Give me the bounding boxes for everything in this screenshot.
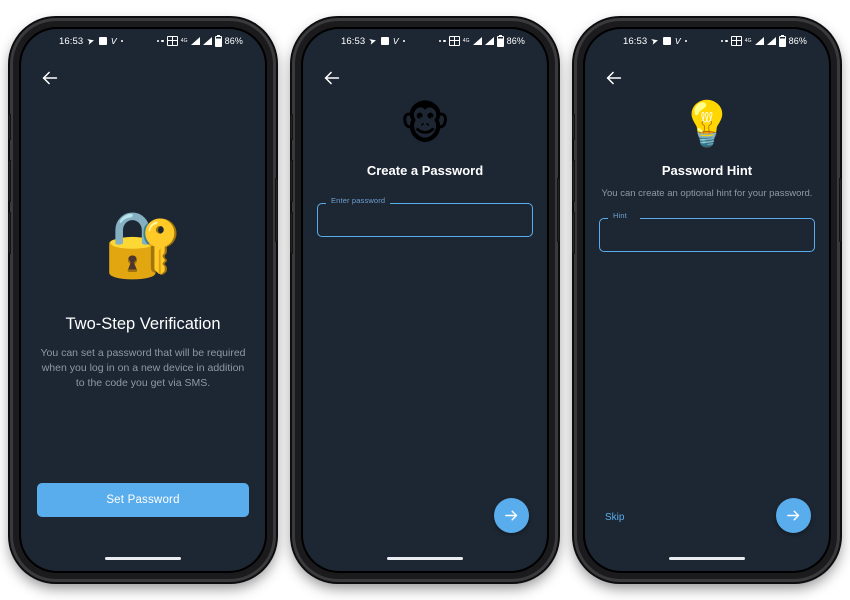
power-button-3[interactable] <box>839 178 842 242</box>
battery-percent: 86% <box>506 36 525 46</box>
send-icon: ➤ <box>649 34 660 47</box>
silent-switch-3[interactable] <box>572 114 575 140</box>
grid-icon <box>730 36 742 46</box>
two-dots-icon <box>156 39 164 43</box>
dot-icon <box>402 39 406 43</box>
signal-bars-2-icon <box>766 37 776 45</box>
grid-icon <box>166 36 178 46</box>
back-button[interactable] <box>39 67 61 89</box>
hint-input[interactable] <box>599 218 815 252</box>
status-time: 16:53 <box>623 35 648 47</box>
volume-down-button-1[interactable] <box>8 212 11 254</box>
page-title: Two-Step Verification <box>65 315 221 333</box>
locked-with-key-emoji: 🔐 <box>103 208 183 282</box>
screen-content-2: 🐵 Create a Password Enter password <box>303 53 547 571</box>
status-bar-left-1: 16:53 ➤ 𝘝 <box>59 34 124 47</box>
volume-up-button-1[interactable] <box>8 160 11 202</box>
signal-bars-2-icon <box>484 37 494 45</box>
password-input[interactable] <box>317 203 533 237</box>
send-icon: ➤ <box>367 34 378 47</box>
signal-bars-2-icon <box>202 37 212 45</box>
signal-bars-icon <box>472 37 482 45</box>
hero-block-3: 💡 Password Hint You can create an option… <box>585 103 829 200</box>
white-square-icon <box>380 37 389 45</box>
silent-switch-2[interactable] <box>290 114 293 140</box>
home-indicator[interactable] <box>105 557 181 560</box>
white-square-icon <box>98 37 107 45</box>
power-button-2[interactable] <box>557 178 560 242</box>
battery-icon <box>778 34 786 47</box>
status-bar-3: 16:53 ➤ 𝘝 4G 86% <box>585 29 829 53</box>
next-fab-button[interactable] <box>494 498 529 533</box>
v-icon: 𝘝 <box>674 35 681 46</box>
page-subtitle: You can set a password that will be requ… <box>40 347 246 389</box>
phone-screen-2: 16:53 ➤ 𝘝 4G 86% 🐵 Create a Password Ent… <box>303 29 547 571</box>
page-title: Create a Password <box>366 163 484 178</box>
v-icon: 𝘝 <box>392 35 399 46</box>
battery-icon <box>214 34 222 47</box>
grid-icon <box>448 36 460 46</box>
status-bar-2: 16:53 ➤ 𝘝 4G 86% <box>303 29 547 53</box>
dot-icon <box>120 39 124 43</box>
send-icon: ➤ <box>85 34 96 47</box>
screenshot-stage: 16:53 ➤ 𝘝 4G 86% 🔐 Two-Step Verification… <box>0 0 850 600</box>
light-bulb-emoji: 💡 <box>679 99 735 150</box>
phone-mockup-2: 16:53 ➤ 𝘝 4G 86% 🐵 Create a Password Ent… <box>290 18 560 582</box>
phone-bezel-2: 16:53 ➤ 𝘝 4G 86% 🐵 Create a Password Ent… <box>301 27 549 573</box>
two-dots-icon <box>438 39 446 43</box>
monkey-face-emoji: 🐵 <box>399 99 451 150</box>
battery-icon <box>496 34 504 47</box>
status-bar-left-3: 16:53 ➤ 𝘝 <box>623 34 688 47</box>
power-button-1[interactable] <box>275 178 278 242</box>
home-indicator[interactable] <box>669 557 745 560</box>
signal-bars-icon <box>190 37 200 45</box>
page-title: Password Hint <box>661 163 753 178</box>
next-fab-button[interactable] <box>776 498 811 533</box>
battery-percent: 86% <box>224 36 243 46</box>
status-bar-1: 16:53 ➤ 𝘝 4G 86% <box>21 29 265 53</box>
volume-up-button-2[interactable] <box>290 160 293 202</box>
volume-down-button-3[interactable] <box>572 212 575 254</box>
home-indicator[interactable] <box>387 557 463 560</box>
set-password-button[interactable]: Set Password <box>37 483 249 517</box>
volume-up-button-3[interactable] <box>572 160 575 202</box>
signal-bars-icon <box>754 37 764 45</box>
phone-bezel-3: 16:53 ➤ 𝘝 4G 86% 💡 Password Hint You can… <box>583 27 831 573</box>
phone-screen-3: 16:53 ➤ 𝘝 4G 86% 💡 Password Hint You can… <box>585 29 829 571</box>
v-icon: 𝘝 <box>110 35 117 46</box>
status-bar-right-2: 4G 86% <box>438 34 525 47</box>
phone-mockup-1: 16:53 ➤ 𝘝 4G 86% 🔐 Two-Step Verification… <box>8 18 278 582</box>
hint-field[interactable]: Hint <box>599 212 815 252</box>
back-button[interactable] <box>603 67 625 89</box>
silent-switch-1[interactable] <box>8 114 11 140</box>
phone-mockup-3: 16:53 ➤ 𝘝 4G 86% 💡 Password Hint You can… <box>572 18 842 582</box>
hero-block-1: 🔐 Two-Step Verification You can set a pa… <box>21 213 265 391</box>
screen-content-1: 🔐 Two-Step Verification You can set a pa… <box>21 53 265 571</box>
white-square-icon <box>662 37 671 45</box>
password-field[interactable]: Enter password <box>317 197 533 237</box>
status-time: 16:53 <box>59 35 84 47</box>
network-4g-icon: 4G <box>744 38 752 44</box>
status-time: 16:53 <box>341 35 366 47</box>
network-4g-icon: 4G <box>180 38 188 44</box>
phone-bezel-1: 16:53 ➤ 𝘝 4G 86% 🔐 Two-Step Verification… <box>19 27 267 573</box>
status-bar-left-2: 16:53 ➤ 𝘝 <box>341 34 406 47</box>
status-bar-right-3: 4G 86% <box>720 34 807 47</box>
battery-percent: 86% <box>788 36 807 46</box>
two-dots-icon <box>720 39 728 43</box>
page-subtitle: You can create an optional hint for your… <box>601 188 813 199</box>
skip-button[interactable]: Skip <box>605 512 624 523</box>
network-4g-icon: 4G <box>462 38 470 44</box>
hero-block-2: 🐵 Create a Password <box>303 99 547 179</box>
status-bar-right-1: 4G 86% <box>156 34 243 47</box>
phone-screen-1: 16:53 ➤ 𝘝 4G 86% 🔐 Two-Step Verification… <box>21 29 265 571</box>
volume-down-button-2[interactable] <box>290 212 293 254</box>
screen-content-3: 💡 Password Hint You can create an option… <box>585 53 829 571</box>
dot-icon <box>684 39 688 43</box>
back-button[interactable] <box>321 67 343 89</box>
